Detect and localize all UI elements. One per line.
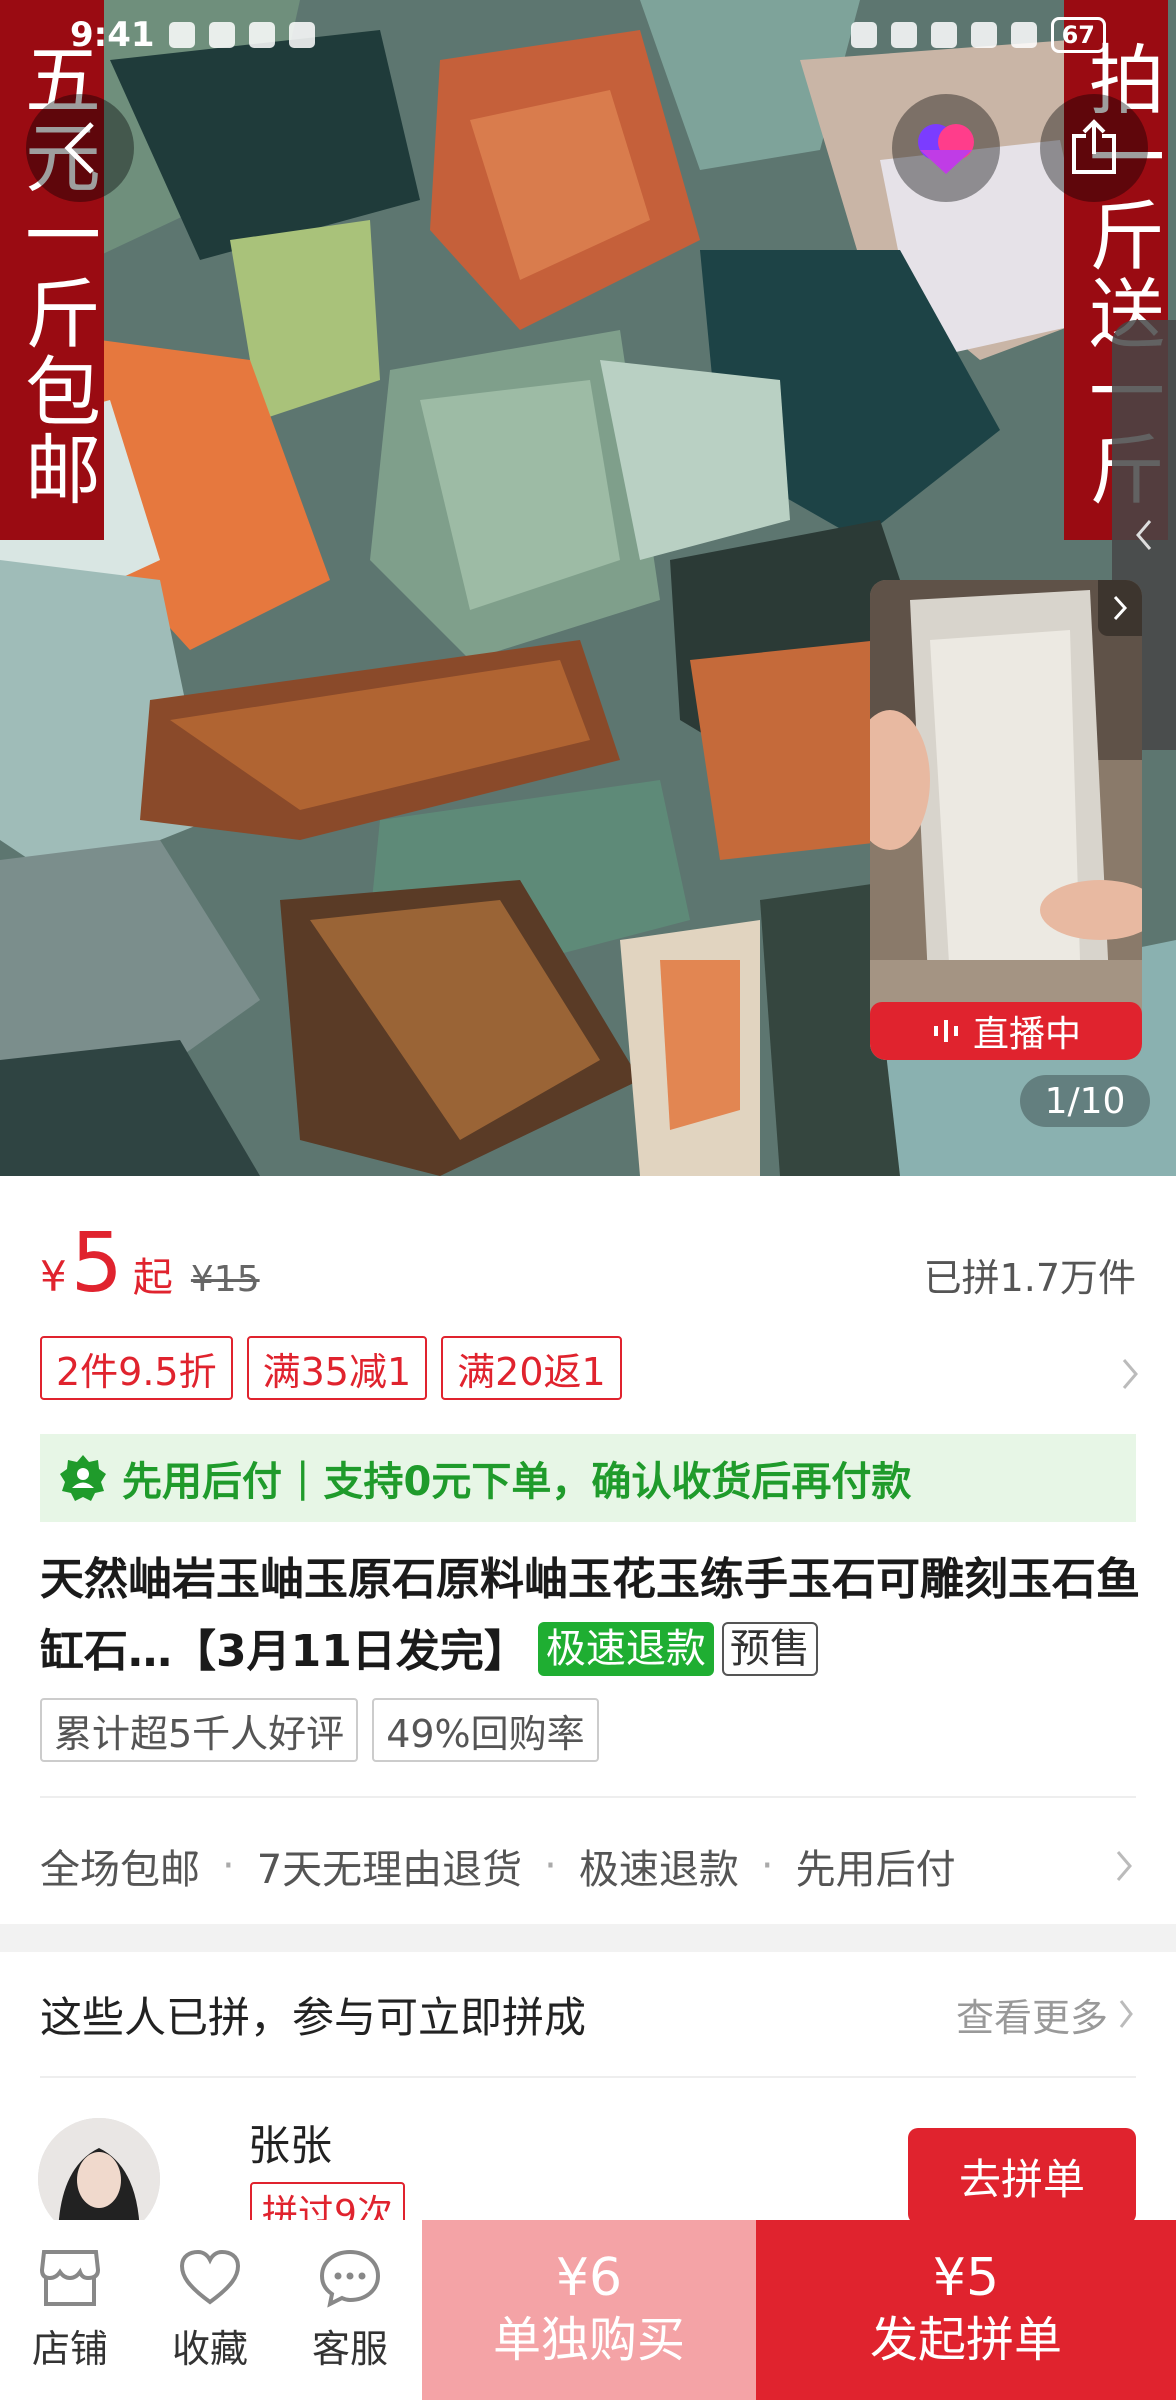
service-item: 全场包邮	[40, 1847, 200, 1893]
group-buy-title: 这些人已拼，参与可立即拼成	[40, 1992, 587, 2042]
see-more-label: 查看更多	[955, 1995, 1108, 2040]
see-more-link[interactable]: 查看更多	[956, 1987, 1136, 2042]
share-icon	[1072, 119, 1116, 174]
live-label: 直播中	[972, 1014, 1081, 1055]
chat-icon	[319, 2249, 381, 2308]
join-group-button[interactable]: 去拼单	[908, 2128, 1136, 2224]
repurchase-badge: 49%回购率	[372, 1698, 599, 1762]
promo-banner-left: 五元一斤包邮	[0, 0, 104, 540]
chevron-right-icon	[1113, 595, 1128, 621]
pay-later-banner[interactable]: 先用后付 | 支持0元下单，确认收货后再付款	[40, 1434, 1136, 1522]
live-stream-preview[interactable]: 直播中	[870, 580, 1142, 1060]
shop-button[interactable]: 店铺	[0, 2220, 140, 2400]
signal-icon	[1010, 22, 1037, 48]
favorite-button[interactable]: 收藏	[140, 2220, 280, 2400]
separator-dot: ·	[222, 1843, 235, 1889]
price-value: 5	[70, 1216, 123, 1311]
vibrate-icon	[930, 22, 957, 48]
service-item: 先用后付	[795, 1847, 956, 1893]
wifi-icon	[970, 22, 997, 48]
bluetooth-icon	[850, 22, 877, 48]
group-buy-label: 发起拼单	[869, 2312, 1062, 2368]
customer-service-label: 客服	[311, 2326, 388, 2371]
shop-icon	[39, 2249, 101, 2306]
shop-label: 店铺	[31, 2326, 108, 2371]
image-page-counter: 1/10	[1020, 1075, 1150, 1127]
pay-later-title: 先用后付	[122, 1459, 282, 1505]
product-title: 天然岫岩玉岫玉原石原料岫玉花玉练手玉石可雕刻玉石鱼缸石…【3月11日发完】 极速退…	[40, 1544, 1150, 1688]
weibo-icon	[208, 22, 235, 48]
pay-later-desc: 支持0元下单，确认收货后再付款	[323, 1459, 912, 1505]
fast-refund-tag: 极速退款	[537, 1622, 714, 1676]
separator-dot: ·	[760, 1843, 774, 1889]
bottom-action-bar: 店铺 收藏 客服 ¥6 单独购买 ¥5 发起拼单	[0, 2220, 1176, 2400]
member-name: 张张	[248, 2121, 333, 2170]
buy-alone-label: 单独购买	[492, 2312, 685, 2368]
notification-icon	[168, 22, 195, 48]
customer-service-button[interactable]: 客服	[280, 2220, 420, 2400]
start-group-buy-button[interactable]: ¥5 发起拼单	[756, 2220, 1176, 2400]
favorite-live-button[interactable]	[892, 94, 1000, 202]
back-button[interactable]	[26, 94, 134, 202]
live-preview-image	[870, 580, 1142, 1060]
review-badge[interactable]: 累计超5千人好评	[40, 1698, 359, 1762]
alarm-icon	[288, 22, 315, 48]
group-buy-header: 这些人已拼，参与可立即拼成 查看更多	[40, 1952, 1136, 2078]
live-badge: 直播中	[870, 1002, 1142, 1060]
presale-tag: 预售	[721, 1622, 818, 1676]
chevron-left-icon	[64, 122, 94, 174]
status-time: 9:41	[70, 15, 155, 55]
service-item: 极速退款	[578, 1847, 739, 1893]
price-currency: ¥	[40, 1252, 67, 1301]
camera-icon	[890, 22, 917, 48]
divider	[40, 1796, 1136, 1798]
group-buy-price: ¥5	[932, 2248, 1000, 2308]
coupon-tag[interactable]: 满20返1	[441, 1336, 622, 1400]
coupon-tag[interactable]: 2件9.5折	[40, 1336, 233, 1400]
favorite-label: 收藏	[171, 2326, 248, 2371]
pay-later-separator: |	[296, 1455, 310, 1501]
share-button[interactable]	[1040, 94, 1148, 202]
service-item: 7天无理由退货	[256, 1847, 523, 1893]
product-info-card: ¥ 5 起 ¥15 已拼1.7万件 2件9.5折 满35减1 满20返1 先用后…	[0, 1176, 1176, 1924]
sold-count: 已拼1.7万件	[923, 1256, 1136, 1300]
coupon-tag[interactable]: 满35减1	[246, 1336, 428, 1400]
buy-alone-button[interactable]: ¥6 单独购买	[422, 2220, 756, 2400]
chevron-right-icon	[1119, 2000, 1133, 2028]
heart-logo-icon	[918, 124, 974, 174]
status-bar: 9:41 67	[0, 0, 1176, 70]
separator-dot: ·	[544, 1843, 557, 1889]
battery-indicator: 67	[1050, 17, 1106, 53]
chevron-right-icon[interactable]	[1118, 1354, 1142, 1394]
pay-later-badge-icon	[60, 1455, 106, 1501]
product-image-carousel[interactable]: 9:41 67 五元一斤包邮 拍一斤送一斤 直播中 1/10	[0, 0, 1176, 1176]
review-badges: 累计超5千人好评 49%回购率	[40, 1698, 599, 1762]
audio-wave-icon	[933, 1020, 958, 1042]
coupon-list[interactable]: 2件9.5折 满35减1 满20返1	[40, 1336, 622, 1400]
price-row: ¥ 5 起 ¥15 已拼1.7万件	[40, 1216, 1136, 1311]
nfc-icon	[248, 22, 275, 48]
chevron-right-icon	[1116, 1851, 1132, 1881]
price-suffix: 起	[132, 1255, 173, 1301]
original-price: ¥15	[190, 1259, 260, 1300]
buy-alone-price: ¥6	[555, 2248, 623, 2308]
live-next-button[interactable]	[1098, 580, 1142, 636]
chevron-left-icon	[1136, 520, 1152, 550]
service-guarantees[interactable]: 全场包邮 · 7天无理由退货 · 极速退款 · 先用后付	[40, 1816, 1136, 1916]
heart-icon	[179, 2249, 241, 2304]
